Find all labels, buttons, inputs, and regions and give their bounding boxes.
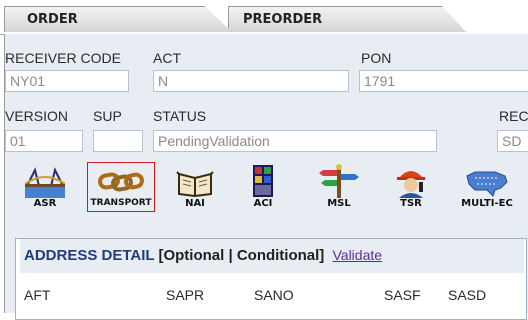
act-field[interactable]: N bbox=[153, 70, 349, 92]
address-detail-qualifier: [Optional | Conditional] bbox=[158, 247, 325, 264]
address-detail-title: ADDRESS DETAIL bbox=[24, 247, 155, 264]
asr-label: ASR bbox=[33, 198, 57, 209]
aci-button[interactable]: ACI bbox=[229, 162, 297, 212]
pon-field[interactable]: 1791 bbox=[359, 70, 528, 92]
aci-label: ACI bbox=[253, 198, 273, 209]
nai-label: NAI bbox=[185, 198, 205, 209]
status-label: STATUS bbox=[153, 108, 207, 124]
column-sano: SANO bbox=[254, 287, 294, 303]
pon-label: PON bbox=[361, 50, 392, 66]
chain-icon bbox=[98, 172, 144, 192]
msl-label: MSL bbox=[327, 198, 351, 209]
status-field[interactable]: PendingValidation bbox=[153, 130, 437, 152]
address-detail-header: ADDRESS DETAIL [Optional | Conditional] … bbox=[20, 239, 524, 273]
bridge-icon bbox=[25, 167, 65, 198]
column-aft: AFT bbox=[24, 287, 51, 303]
column-sasf: SASF bbox=[384, 287, 421, 303]
rec-field[interactable]: SD bbox=[497, 130, 528, 152]
validate-link[interactable]: Validate bbox=[332, 247, 382, 263]
address-detail-title-row: ADDRESS DETAIL [Optional | Conditional] … bbox=[24, 247, 382, 264]
form-icon-toolbar: ASR TRANSPORT NAI ACI MSL TSR MULTI-EC bbox=[5, 158, 528, 214]
column-sasd: SASD bbox=[448, 287, 487, 303]
act-label: ACT bbox=[153, 50, 181, 66]
receiver-code-field[interactable]: NY01 bbox=[5, 70, 129, 92]
multi-ec-label: MULTI-EC bbox=[461, 198, 513, 209]
msl-button[interactable]: MSL bbox=[305, 162, 373, 212]
usa-map-icon bbox=[466, 171, 508, 197]
nai-button[interactable]: NAI bbox=[161, 162, 229, 212]
rec-label: REC bbox=[499, 108, 528, 124]
tsr-label: TSR bbox=[400, 198, 422, 209]
version-field[interactable]: 01 bbox=[5, 130, 83, 152]
sup-label: SUP bbox=[93, 108, 122, 124]
order-panel: RECEIVER CODE ACT PON NY01 N 1791 VERSIO… bbox=[4, 34, 528, 320]
transport-label: TRANSPORT bbox=[90, 198, 152, 208]
tab-preorder[interactable]: PREORDER bbox=[228, 6, 466, 32]
asr-button[interactable]: ASR bbox=[11, 162, 79, 212]
address-detail-section: ADDRESS DETAIL [Optional | Conditional] … bbox=[15, 238, 527, 320]
sup-field[interactable] bbox=[93, 130, 143, 152]
multi-ec-button[interactable]: MULTI-EC bbox=[449, 162, 525, 212]
tab-order[interactable]: ORDER bbox=[4, 6, 232, 32]
tab-bar: PREORDER ORDER bbox=[0, 0, 528, 35]
tab-preorder-label: PREORDER bbox=[243, 12, 323, 27]
signpost-icon bbox=[319, 164, 359, 198]
receiver-code-label: RECEIVER CODE bbox=[5, 50, 121, 66]
book-icon bbox=[176, 171, 214, 198]
technician-icon bbox=[397, 171, 425, 198]
transport-button[interactable]: TRANSPORT bbox=[87, 162, 155, 212]
tab-order-label: ORDER bbox=[27, 12, 78, 27]
panel-icon bbox=[253, 165, 273, 197]
tsr-button[interactable]: TSR bbox=[377, 162, 445, 212]
column-sapr: SAPR bbox=[166, 287, 205, 303]
version-label: VERSION bbox=[5, 108, 69, 124]
